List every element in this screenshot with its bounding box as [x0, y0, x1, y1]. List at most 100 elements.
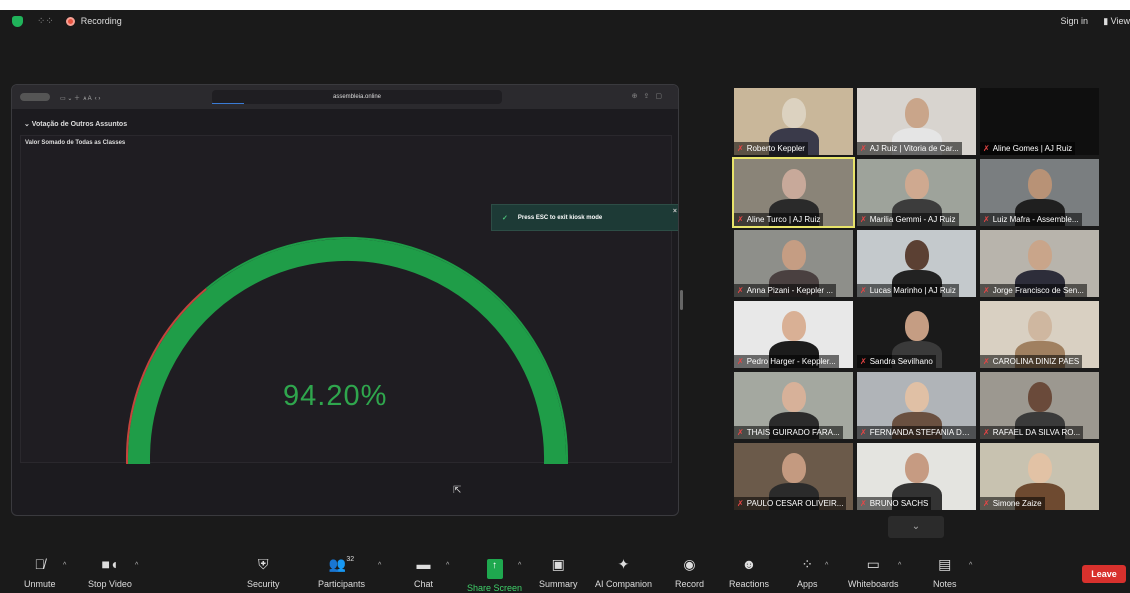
ai-companion-button[interactable]: ✦ AI Companion: [595, 556, 652, 589]
reactions-label: Reactions: [729, 579, 770, 589]
mic-muted-icon: ✗: [737, 215, 744, 224]
mic-muted-icon: ✗: [737, 357, 744, 366]
unmute-button[interactable]: 🎙̸ Unmute: [24, 556, 56, 589]
record-button[interactable]: ◉ Record: [675, 556, 704, 589]
gauge-value: 94.20%: [283, 380, 388, 412]
participant-name-text: Lucas Marinho | AJ Ruiz: [869, 286, 956, 295]
stop-video-button[interactable]: ■◖ Stop Video: [88, 556, 132, 589]
participant-tile[interactable]: ✗ Marilia Gemmi - AJ Ruiz: [857, 159, 976, 226]
participant-tile[interactable]: ✗ AJ Ruiz | Vitoria de Car...: [857, 88, 976, 155]
participant-tile[interactable]: ✗ Luiz Mafra - Assemble...: [980, 159, 1099, 226]
security-label: Security: [247, 579, 280, 589]
mic-muted-icon: ✗: [860, 428, 867, 437]
leave-button[interactable]: Leave: [1082, 565, 1126, 583]
load-progress: [212, 103, 244, 104]
smiley-icon: ☻: [741, 556, 757, 572]
chevron-up-icon[interactable]: ^: [63, 562, 66, 569]
participant-face: [905, 240, 929, 270]
notes-button[interactable]: ▤ Notes: [933, 556, 957, 589]
participant-tile[interactable]: ✗ Anna Pizani - Keppler ...: [734, 230, 853, 297]
mic-muted-icon: 🎙̸: [34, 556, 46, 572]
participant-name: ✗ Simone Zaize: [980, 497, 1045, 510]
participants-button[interactable]: 👥32 Participants: [318, 556, 365, 589]
mic-muted-icon: ✗: [983, 215, 990, 224]
participant-name-text: AJ Ruiz | Vitoria de Car...: [869, 144, 959, 153]
participant-tile[interactable]: ✗ Pedro Harger - Keppler...: [734, 301, 853, 368]
participant-tile[interactable]: ✗ Sandra Sevilhano: [857, 301, 976, 368]
participant-tile[interactable]: ✗ Aline Turco | AJ Ruiz: [732, 157, 855, 228]
chevron-down-icon[interactable]: ⌄: [888, 516, 944, 538]
security-button[interactable]: ⛨ Security: [247, 556, 280, 589]
cursor-icon: ⇱: [453, 485, 462, 496]
participant-tile[interactable]: ✗ Lucas Marinho | AJ Ruiz: [857, 230, 976, 297]
participant-name: ✗ Marilia Gemmi - AJ Ruiz: [857, 213, 959, 226]
chevron-up-icon[interactable]: ^: [378, 562, 381, 569]
splitter-handle[interactable]: [680, 290, 683, 310]
chevron-up-icon[interactable]: ^: [898, 562, 901, 569]
participant-face: [782, 382, 806, 412]
participant-tile[interactable]: ✗ CAROLINA DINIZ PAES: [980, 301, 1099, 368]
close-icon[interactable]: ×: [673, 208, 677, 215]
recording-icon: [65, 16, 75, 26]
participants-count: 32: [346, 556, 355, 563]
participant-tile[interactable]: ✗ BRUNO SACHS: [857, 443, 976, 510]
participant-tile[interactable]: ✗ RAFAEL DA SILVA RO...: [980, 372, 1099, 439]
chevron-up-icon[interactable]: ^: [969, 562, 972, 569]
mic-muted-icon: ✗: [983, 428, 990, 437]
participant-name-text: Aline Gomes | AJ Ruiz: [992, 144, 1073, 153]
sidebar-icon: ▭ ⌄ ＋ ᴀ A ‹ ›: [60, 95, 101, 102]
participant-name: ✗ Luiz Mafra - Assemble...: [980, 213, 1082, 226]
participant-tile[interactable]: ✗ Aline Gomes | AJ Ruiz: [980, 88, 1099, 155]
chevron-up-icon[interactable]: ^: [446, 562, 449, 569]
participant-name-text: Luiz Mafra - Assemble...: [992, 215, 1079, 224]
recording-label[interactable]: Recording: [81, 16, 122, 26]
share-screen-button[interactable]: ↑ Share Screen: [467, 556, 522, 593]
grid-icon[interactable]: ⁘⁘: [37, 16, 54, 27]
people-icon: 👥32: [328, 556, 355, 572]
mic-muted-icon: ✗: [860, 286, 867, 295]
chevron-up-icon[interactable]: ^: [825, 562, 828, 569]
view-button[interactable]: ▮ View: [1103, 16, 1130, 27]
participant-tile[interactable]: ✗ THAIS GUIRADO FARA...: [734, 372, 853, 439]
browser-actions-icon: ⊕⇪▢: [631, 93, 668, 100]
participant-name: ✗ Anna Pizani - Keppler ...: [734, 284, 836, 297]
mic-muted-icon: ✗: [737, 286, 744, 295]
chevron-up-icon[interactable]: ^: [135, 562, 138, 569]
participant-name-text: Pedro Harger - Keppler...: [746, 357, 836, 366]
mic-muted-icon: ✗: [983, 499, 990, 508]
participant-name: ✗ CAROLINA DINIZ PAES: [980, 355, 1083, 368]
participant-name-text: Jorge Francisco de Sen...: [992, 286, 1084, 295]
mic-muted-icon: ✗: [860, 499, 867, 508]
meeting-top-bar: ⁘⁘ Recording Sign in ▮ View: [0, 10, 1130, 32]
summary-button[interactable]: ▣ Summary: [539, 556, 578, 589]
sparkle-icon: ✦: [617, 556, 630, 572]
participant-name: ✗ Jorge Francisco de Sen...: [980, 284, 1087, 297]
shared-screen: ▭ ⌄ ＋ ᴀ A ‹ › assembleia.online ⊕⇪▢ ⌄ Vo…: [11, 84, 679, 516]
participant-tile[interactable]: ✗ Simone Zaize: [980, 443, 1099, 510]
mic-muted-icon: ✗: [737, 428, 744, 437]
apps-button[interactable]: ⁘ Apps: [797, 556, 818, 589]
mic-muted-icon: ✗: [983, 286, 990, 295]
os-top-strip: [0, 0, 1130, 10]
shield-icon: ⛨: [258, 556, 269, 572]
url-text: assembleia.online: [332, 94, 382, 100]
sign-in-link[interactable]: Sign in: [1060, 16, 1088, 26]
participant-name-text: FERNANDA STEFANIA DE...: [869, 428, 974, 437]
gauge-chart: [126, 236, 568, 464]
participant-name: ✗ Pedro Harger - Keppler...: [734, 355, 839, 368]
view-label: View: [1110, 16, 1130, 26]
participant-tile[interactable]: ✗ FERNANDA STEFANIA DE...: [857, 372, 976, 439]
participant-tile[interactable]: ✗ Roberto Keppler: [734, 88, 853, 155]
chevron-up-icon[interactable]: ^: [518, 562, 521, 569]
participant-name-text: THAIS GUIRADO FARA...: [746, 428, 840, 437]
participant-tile[interactable]: ✗ PAULO CESAR OLIVEIR...: [734, 443, 853, 510]
participant-face: [782, 169, 806, 199]
stop-video-label: Stop Video: [88, 579, 132, 589]
shield-icon[interactable]: [12, 15, 23, 27]
participant-tile[interactable]: ✗ Jorge Francisco de Sen...: [980, 230, 1099, 297]
mic-muted-icon: ✗: [983, 144, 990, 153]
chat-button[interactable]: ▬ Chat: [414, 556, 433, 589]
chat-label: Chat: [414, 579, 434, 589]
whiteboards-button[interactable]: ▭ Whiteboards: [848, 556, 899, 589]
reactions-button[interactable]: ☻ Reactions: [729, 556, 769, 589]
